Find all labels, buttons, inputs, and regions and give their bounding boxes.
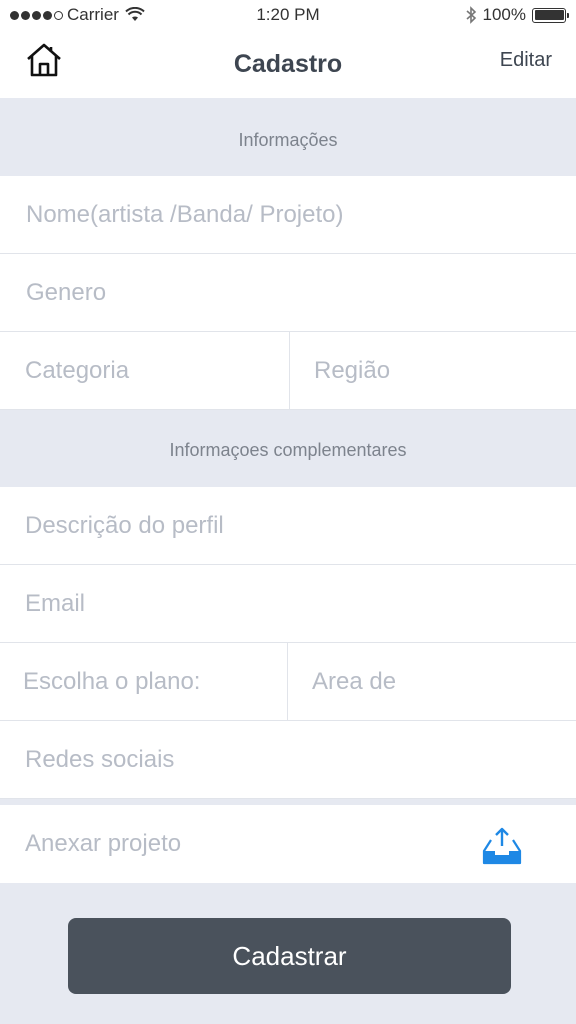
upload-icon (482, 827, 522, 865)
genre-field-row: Genero (0, 254, 576, 332)
upload-button[interactable] (482, 827, 522, 865)
navigation-bar: Cadastro Editar (0, 30, 576, 98)
section-header-info: Informações (238, 130, 338, 150)
status-right: 100% (465, 5, 569, 25)
genre-field[interactable]: Genero (0, 254, 576, 332)
section-header-extra: Informaçoes complementares (169, 440, 407, 460)
email-field-row: Email (0, 565, 576, 643)
bluetooth-icon (465, 6, 476, 24)
name-field-row: Nome(artista /Banda/ Projeto) (0, 176, 576, 254)
social-field-row: Redes sociais (0, 721, 576, 799)
attach-field[interactable]: Anexar projeto (0, 805, 460, 883)
battery-percent: 100% (482, 5, 526, 24)
edit-button[interactable]: Editar (500, 49, 552, 72)
status-bar: Carrier 1:20 PM 100% (0, 0, 576, 30)
description-field[interactable]: Descrição do perfil (0, 487, 576, 565)
name-field[interactable]: Nome(artista /Banda/ Projeto) (0, 176, 576, 254)
region-field[interactable]: Região (290, 332, 576, 410)
page-title: Cadastro (233, 50, 343, 78)
plan-field[interactable]: Escolha o plano: (0, 643, 287, 721)
category-region-row: Categoria Região (0, 332, 576, 410)
battery-level (534, 10, 564, 20)
battery-icon (532, 7, 569, 23)
social-field[interactable]: Redes sociais (0, 721, 576, 799)
attach-field-row: Anexar projeto (0, 805, 576, 883)
category-field[interactable]: Categoria (0, 332, 289, 410)
description-field-row: Descrição do perfil (0, 487, 576, 565)
email-field[interactable]: Email (0, 565, 576, 643)
submit-button[interactable]: Cadastrar (68, 918, 511, 994)
area-field[interactable]: Area de (288, 643, 576, 721)
plan-area-row: Escolha o plano: Area de (0, 643, 576, 721)
